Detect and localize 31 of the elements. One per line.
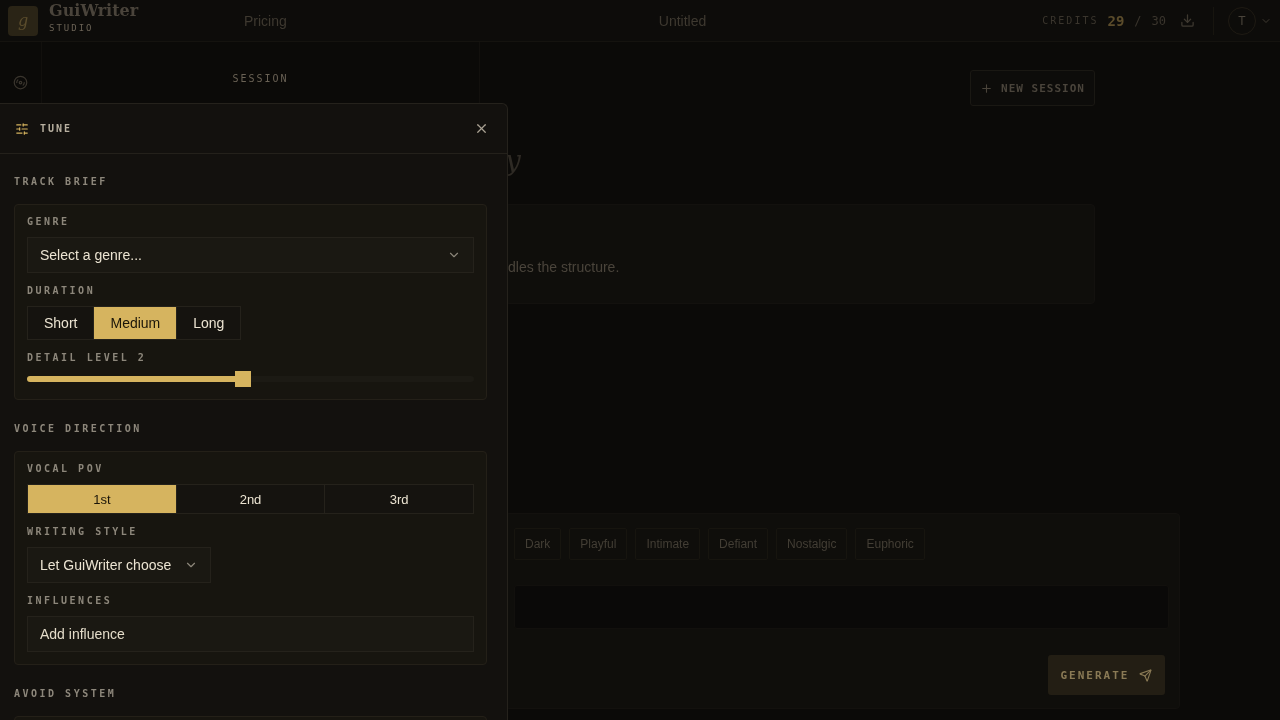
field-label: DURATION <box>27 285 96 298</box>
dropdown-field[interactable]: Select a genre... <box>27 237 474 273</box>
segment-option[interactable]: 1st <box>28 485 176 513</box>
slider-track[interactable] <box>27 371 474 387</box>
plus-icon <box>980 81 994 95</box>
credits-used: 29 <box>1107 12 1125 29</box>
dropdown-field[interactable]: Let GuiWriter choose <box>27 547 211 583</box>
close-button[interactable] <box>474 121 489 136</box>
field-label: DETAIL LEVEL 2 <box>27 352 147 365</box>
section-title: VOICE DIRECTION <box>14 423 143 436</box>
generate-button[interactable]: GENERATE <box>1048 655 1165 695</box>
panel-title: TUNE <box>40 123 73 134</box>
intro-text: dles the structure. <box>508 259 620 275</box>
field-label: GENRE <box>27 216 70 229</box>
credits-separator: / <box>1134 13 1142 28</box>
field-label: WRITING STYLE <box>27 526 138 539</box>
sliders-icon <box>15 121 29 136</box>
disc-icon[interactable] <box>13 75 28 90</box>
influence-input[interactable]: Add influence <box>27 616 474 652</box>
slider-thumb[interactable] <box>234 371 251 387</box>
segment-option[interactable]: Medium <box>93 307 177 339</box>
field-label: INFLUENCES <box>27 595 113 608</box>
new-session-button[interactable]: NEW SESSION <box>970 70 1095 106</box>
section-title: TRACK BRIEF <box>14 176 109 189</box>
field-label: VOCAL POV <box>27 463 104 476</box>
brand-name: GuiWriter <box>49 2 140 20</box>
send-icon <box>1139 668 1153 682</box>
download-icon[interactable] <box>1180 13 1195 28</box>
section-title: AVOID SYSTEM <box>14 688 118 701</box>
brand-subtitle: STUDIO <box>49 23 95 33</box>
session-label: SESSION <box>232 73 289 85</box>
